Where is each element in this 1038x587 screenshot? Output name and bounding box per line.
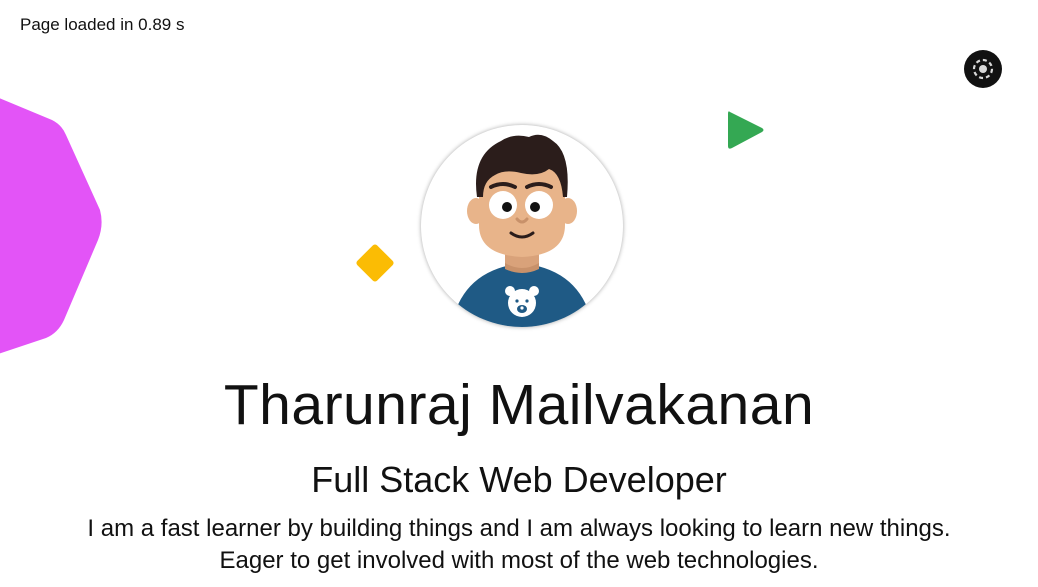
bio-line-2: Eager to get involved with most of the w…: [219, 547, 819, 574]
theme-toggle-icon: [972, 58, 994, 80]
profile-role: Full Stack Web Developer: [311, 459, 727, 500]
profile-name: Tharunraj Mailvakanan: [223, 373, 815, 437]
profile-bio: I am a fast learner by building things a…: [0, 513, 1038, 577]
bio-line-1: I am a fast learner by building things a…: [87, 515, 951, 542]
profile-avatar: [421, 125, 623, 327]
theme-toggle-button[interactable]: [964, 50, 1002, 88]
decorative-hexagon: [0, 98, 102, 354]
avatar-illustration: [451, 134, 593, 327]
page-load-time: Page loaded in 0.89 s: [20, 15, 185, 34]
decorative-triangle: [728, 111, 764, 149]
page: Page loaded in 0.89 s Tharunraj Mailvaka…: [0, 0, 1038, 587]
decorative-diamond: [356, 244, 394, 282]
